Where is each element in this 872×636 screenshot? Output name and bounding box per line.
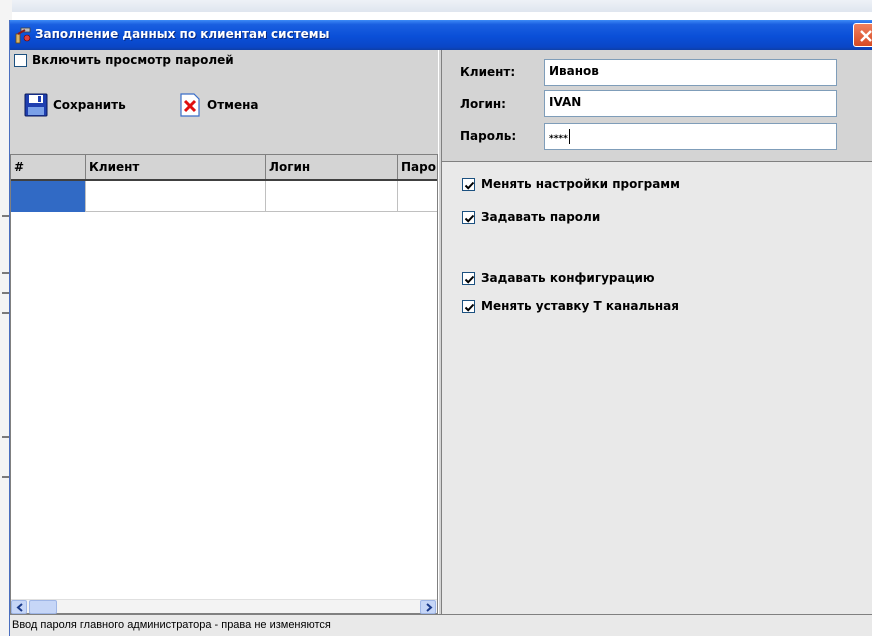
- status-text: Ввод пароля главного администратора - пр…: [12, 619, 331, 631]
- save-label: Сохранить: [53, 98, 126, 112]
- horizontal-scrollbar[interactable]: [11, 599, 437, 614]
- title-bar[interactable]: Заполнение данных по клиентам системы: [10, 20, 872, 50]
- table-cell-password[interactable]: [398, 181, 437, 212]
- table-cell-login[interactable]: [266, 181, 398, 212]
- save-button[interactable]: Сохранить: [24, 90, 154, 122]
- scroll-right-button[interactable]: [420, 600, 436, 614]
- show-passwords-label[interactable]: Включить просмотр паролей: [32, 53, 234, 67]
- left-toolbar-panel: Включить просмотр паролей Сохранить Отме…: [10, 50, 438, 154]
- floppy-disk-icon: [24, 93, 48, 117]
- column-header-number[interactable]: #: [11, 155, 86, 179]
- password-value: ****: [549, 134, 568, 144]
- background-mark: [2, 312, 9, 314]
- permission-label[interactable]: Менять настройки программ: [481, 177, 680, 191]
- background-mark: [2, 215, 9, 217]
- table-cell-client[interactable]: [86, 181, 266, 212]
- app-tool-icon: [14, 26, 32, 44]
- login-field[interactable]: IVAN: [544, 90, 837, 117]
- password-label: Пароль:: [460, 129, 517, 143]
- permissions-panel: Менять настройки программ Задавать парол…: [442, 162, 872, 614]
- column-header-login[interactable]: Логин: [266, 155, 398, 179]
- grid-header: # Клиент Логин Паро: [11, 155, 437, 181]
- checkmark-icon: [464, 214, 475, 223]
- permission-label[interactable]: Задавать конфигурацию: [481, 271, 655, 285]
- password-field[interactable]: ****: [544, 123, 837, 150]
- desktop-background: [0, 0, 872, 12]
- show-passwords-checkbox[interactable]: [14, 54, 27, 67]
- client-label: Клиент:: [460, 65, 516, 79]
- checkmark-icon: [464, 275, 475, 284]
- scroll-left-button[interactable]: [11, 600, 27, 614]
- arrow-right-icon: [426, 603, 433, 612]
- close-icon: [860, 30, 872, 42]
- text-caret: [568, 129, 570, 144]
- table-row[interactable]: [11, 181, 437, 212]
- client-details-panel: Клиент: Иванов Логин: IVAN Пароль: ****: [442, 50, 872, 162]
- checkmark-icon: [464, 303, 475, 312]
- login-label: Логин:: [460, 97, 506, 111]
- scroll-thumb[interactable]: [29, 600, 57, 614]
- background-mark: [2, 292, 9, 294]
- cancel-label: Отмена: [207, 98, 259, 112]
- permission-label[interactable]: Задавать пароли: [481, 210, 600, 224]
- permission-checkbox[interactable]: [462, 211, 475, 224]
- clients-dialog: Заполнение данных по клиентам системы Вк…: [9, 20, 872, 636]
- red-x-icon: [178, 93, 202, 117]
- close-button[interactable]: [853, 23, 872, 47]
- permission-checkbox[interactable]: [462, 300, 475, 313]
- permission-label[interactable]: Менять уставку Т канальная: [481, 299, 679, 313]
- cancel-button[interactable]: Отмена: [178, 90, 288, 122]
- background-mark: [2, 272, 9, 274]
- client-field[interactable]: Иванов: [544, 59, 837, 86]
- background-mark: [2, 476, 9, 478]
- checkmark-icon: [464, 181, 475, 190]
- status-bar: Ввод пароля главного администратора - пр…: [10, 614, 872, 636]
- permission-checkbox[interactable]: [462, 272, 475, 285]
- permission-checkbox[interactable]: [462, 178, 475, 191]
- table-cell-number[interactable]: [11, 181, 86, 212]
- column-header-password[interactable]: Паро: [398, 155, 437, 179]
- arrow-left-icon: [16, 603, 23, 612]
- column-header-client[interactable]: Клиент: [86, 155, 266, 179]
- background-mark: [2, 436, 9, 438]
- clients-grid[interactable]: # Клиент Логин Паро: [10, 154, 438, 614]
- window-title: Заполнение данных по клиентам системы: [35, 27, 330, 41]
